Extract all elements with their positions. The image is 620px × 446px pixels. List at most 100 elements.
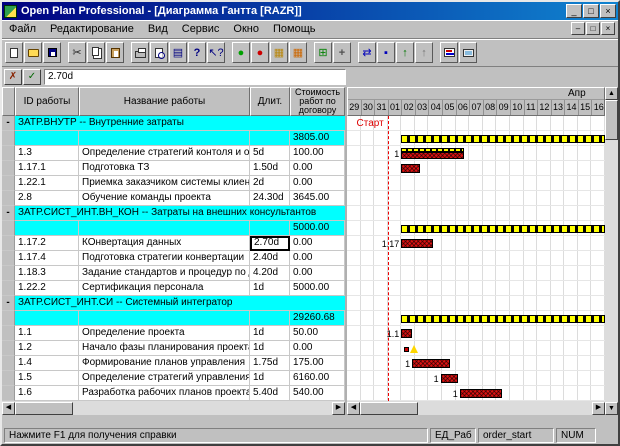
- task-id-cell[interactable]: 2.8: [15, 191, 79, 206]
- task-cost-cell[interactable]: 100.00: [290, 146, 345, 161]
- header-name[interactable]: Название работы: [79, 87, 250, 116]
- table-hscroll-track[interactable]: [73, 402, 332, 415]
- link-activities-button[interactable]: ⇄: [358, 42, 376, 63]
- gantt-task-bar[interactable]: [441, 374, 459, 383]
- resource-button[interactable]: ▦: [289, 42, 307, 63]
- group-empty-cell[interactable]: [79, 221, 250, 236]
- insert-activity-button[interactable]: +: [333, 42, 351, 63]
- task-duration-cell[interactable]: 1.50d: [250, 161, 290, 176]
- gantt-view-button[interactable]: [440, 42, 458, 63]
- baseline-button[interactable]: ▦: [270, 42, 288, 63]
- task-id-cell[interactable]: 1.6: [15, 386, 79, 401]
- code-button[interactable]: ▪: [377, 42, 395, 63]
- task-cost-cell[interactable]: 50.00: [290, 326, 345, 341]
- library-button[interactable]: ▤: [169, 42, 187, 63]
- task-name-cell[interactable]: Приемка заказчиком системы клиент: [79, 176, 250, 191]
- task-name-cell[interactable]: Определение проекта: [79, 326, 250, 341]
- task-cost-cell[interactable]: 6160.00: [290, 371, 345, 386]
- menu-item-4[interactable]: Сервис: [175, 21, 227, 37]
- outline-cell[interactable]: -: [2, 116, 15, 131]
- save-button[interactable]: [43, 42, 61, 63]
- print-preview-button[interactable]: [150, 42, 168, 63]
- task-cost-cell[interactable]: 540.00: [290, 386, 345, 401]
- move-up-button[interactable]: ↑: [396, 42, 414, 63]
- header-id[interactable]: ID работы: [15, 87, 79, 116]
- task-duration-cell[interactable]: 1d: [250, 281, 290, 296]
- task-cost-cell[interactable]: 0.00: [290, 266, 345, 281]
- group-cost-cell[interactable]: 29260.68: [290, 311, 345, 326]
- gantt-hscroll-track[interactable]: [418, 402, 592, 415]
- child-restore-button[interactable]: □: [586, 22, 600, 35]
- task-id-cell[interactable]: 1.22.1: [15, 176, 79, 191]
- task-duration-cell[interactable]: 2.40d: [250, 251, 290, 266]
- timeline-date-cell[interactable]: 11: [525, 100, 539, 115]
- task-name-cell[interactable]: Сертификация персонала: [79, 281, 250, 296]
- vertical-scrollbar[interactable]: ▲ ▼: [605, 87, 618, 415]
- timeline-date-cell[interactable]: 08: [484, 100, 498, 115]
- group-title-cell[interactable]: ЗАТР.ВНУТР -- Внутренние затраты: [15, 116, 345, 131]
- timeline-date-cell[interactable]: 12: [538, 100, 552, 115]
- timeline-date-cell[interactable]: 04: [429, 100, 443, 115]
- paste-button[interactable]: [106, 42, 124, 63]
- menu-item-6[interactable]: Помощь: [266, 21, 323, 37]
- timeline-date-cell[interactable]: 03: [416, 100, 430, 115]
- vscroll-thumb[interactable]: [605, 100, 618, 140]
- gantt-hscroll-thumb[interactable]: [360, 402, 418, 415]
- task-cost-cell[interactable]: 5000.00: [290, 281, 345, 296]
- table-hscrollbar[interactable]: ◀ ▶: [2, 401, 345, 415]
- gantt-task-bar[interactable]: [401, 164, 420, 173]
- task-id-cell[interactable]: 1.17.4: [15, 251, 79, 266]
- timeline-date-cell[interactable]: 14: [565, 100, 579, 115]
- timeline-date-cell[interactable]: 29: [348, 100, 362, 115]
- group-cost-cell[interactable]: 5000.00: [290, 221, 345, 236]
- task-name-cell[interactable]: Формирование планов управления: [79, 356, 250, 371]
- table-hscroll-thumb[interactable]: [15, 402, 73, 415]
- group-empty-cell[interactable]: [15, 221, 79, 236]
- timeline-date-cell[interactable]: 01: [389, 100, 403, 115]
- task-duration-cell[interactable]: 1.75d: [250, 356, 290, 371]
- task-duration-cell[interactable]: 5.40d: [250, 386, 290, 401]
- new-file-button[interactable]: [5, 42, 23, 63]
- scroll-up-button[interactable]: ▲: [605, 87, 618, 100]
- timeline-date-cell[interactable]: 16: [592, 100, 606, 115]
- task-cost-cell[interactable]: 0.00: [290, 176, 345, 191]
- table-scroll-left-button[interactable]: ◀: [2, 402, 15, 415]
- timeline-date-cell[interactable]: 05: [443, 100, 457, 115]
- task-id-cell[interactable]: 1.4: [15, 356, 79, 371]
- child-minimize-button[interactable]: –: [571, 22, 585, 35]
- timeline-date-cell[interactable]: 07: [470, 100, 484, 115]
- gantt-scroll-right-button[interactable]: ▶: [592, 402, 605, 415]
- close-button[interactable]: ×: [600, 4, 616, 18]
- open-file-button[interactable]: [24, 42, 42, 63]
- copy-button[interactable]: [87, 42, 105, 63]
- child-close-button[interactable]: ×: [601, 22, 615, 35]
- timeline-date-cell[interactable]: 30: [362, 100, 376, 115]
- task-cost-cell[interactable]: 3645.00: [290, 191, 345, 206]
- help-button[interactable]: ?: [188, 42, 206, 63]
- gantt-task-bar[interactable]: [401, 329, 412, 338]
- task-id-cell[interactable]: 1.3: [15, 146, 79, 161]
- group-title-cell[interactable]: ЗАТР.СИСТ_ИНТ.ВН_КОН -- Затраты на внешн…: [15, 206, 345, 221]
- group-empty-cell[interactable]: [250, 221, 290, 236]
- menu-item-2[interactable]: Редактирование: [43, 21, 141, 37]
- maximize-button[interactable]: □: [583, 4, 599, 18]
- task-id-cell[interactable]: 1.18.3: [15, 266, 79, 281]
- task-id-cell[interactable]: 1.22.2: [15, 281, 79, 296]
- task-duration-cell[interactable]: 24.30d: [250, 191, 290, 206]
- selected-duration-cell[interactable]: 2.70d: [250, 236, 290, 251]
- task-duration-cell[interactable]: 1d: [250, 326, 290, 341]
- task-cost-cell[interactable]: 0.00: [290, 251, 345, 266]
- task-cost-cell[interactable]: 175.00: [290, 356, 345, 371]
- group-empty-cell[interactable]: [79, 131, 250, 146]
- task-name-cell[interactable]: Определение стратегий управления и: [79, 371, 250, 386]
- timeline-date-cell[interactable]: 15: [579, 100, 593, 115]
- task-name-cell[interactable]: КОнвертация данных: [79, 236, 250, 251]
- vscroll-track[interactable]: [605, 140, 618, 402]
- gantt-task-bar[interactable]: [401, 152, 463, 159]
- task-cost-cell[interactable]: 0.00: [290, 341, 345, 356]
- gantt-milestone[interactable]: [404, 344, 418, 354]
- task-id-cell[interactable]: 1.1: [15, 326, 79, 341]
- timeline-date-cell[interactable]: 10: [511, 100, 525, 115]
- outline-cell[interactable]: -: [2, 296, 15, 311]
- gantt-task-bar[interactable]: [412, 359, 450, 368]
